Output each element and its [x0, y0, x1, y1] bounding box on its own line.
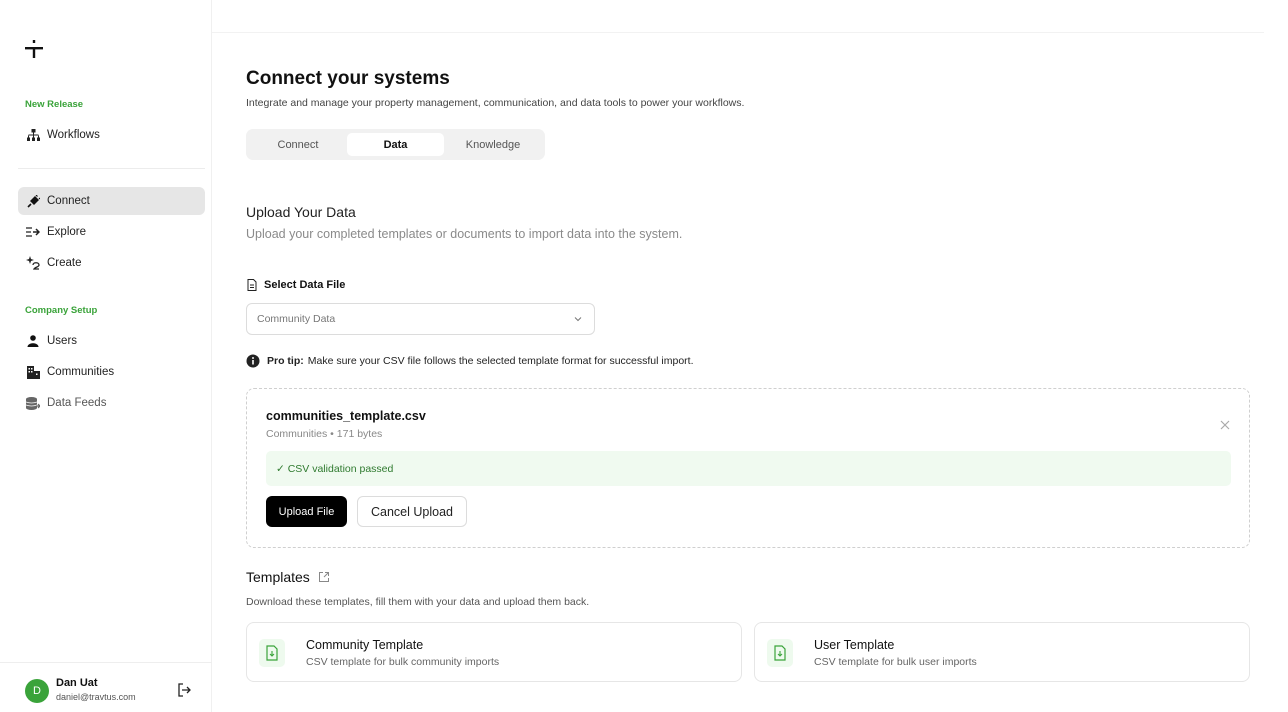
template-card-user[interactable]: User Template CSV template for bulk user…	[754, 622, 1250, 682]
pro-tip: Pro tip: Make sure your CSV file follows…	[246, 354, 694, 368]
database-icon	[26, 396, 40, 410]
sidebar-item-data-feeds[interactable]: Data Feeds	[18, 389, 205, 417]
sidebar-item-label: Connect	[47, 195, 90, 207]
validation-status: ✓ CSV validation passed	[266, 451, 1231, 486]
pro-tip-text: Make sure your CSV file follows the sele…	[307, 355, 694, 367]
file-name: communities_template.csv	[266, 409, 426, 423]
explore-arrow-icon	[26, 225, 40, 239]
tab-data[interactable]: Data	[347, 133, 444, 156]
sidebar-item-communities[interactable]: Communities	[18, 358, 205, 386]
avatar[interactable]: D	[25, 679, 49, 703]
sidebar-item-explore[interactable]: Explore	[18, 218, 205, 246]
template-name: User Template	[814, 638, 895, 652]
sidebar-item-connect[interactable]: Connect	[18, 187, 205, 215]
select-value: Community Data	[257, 313, 336, 325]
upload-section-title: Upload Your Data	[246, 204, 356, 220]
select-data-file-label: Select Data File	[246, 279, 345, 291]
sidebar-item-users[interactable]: Users	[18, 327, 205, 355]
tab-bar: Connect Data Knowledge	[246, 129, 545, 160]
section-label-company-setup: Company Setup	[25, 305, 98, 316]
tab-knowledge[interactable]: Knowledge	[445, 133, 541, 156]
template-desc: CSV template for bulk user imports	[814, 656, 977, 668]
plug-icon	[26, 194, 40, 208]
sidebar-item-label: Users	[47, 335, 78, 347]
page-subtitle: Integrate and manage your property manag…	[246, 97, 745, 109]
user-name: Dan Uat	[56, 677, 98, 689]
template-name: Community Template	[306, 638, 424, 652]
sidebar-item-label: Create	[47, 257, 82, 269]
sidebar: New Release Workflows Connect Explore Cr…	[0, 0, 212, 712]
external-link-icon[interactable]	[318, 571, 330, 583]
page-title: Connect your systems	[246, 68, 450, 89]
hierarchy-icon	[26, 128, 40, 142]
sidebar-item-label: Data Feeds	[47, 397, 107, 409]
building-icon	[26, 365, 40, 379]
header-divider	[212, 32, 1264, 33]
info-icon	[246, 354, 260, 368]
sidebar-item-label: Workflows	[47, 129, 100, 141]
sidebar-divider	[18, 168, 205, 169]
logout-icon[interactable]	[177, 683, 191, 697]
data-file-select[interactable]: Community Data	[246, 303, 595, 335]
sidebar-item-label: Explore	[47, 226, 86, 238]
upload-section-subtitle: Upload your completed templates or docum…	[246, 227, 683, 241]
upload-file-button[interactable]: Upload File	[266, 496, 347, 527]
file-meta: Communities • 171 bytes	[266, 428, 383, 440]
sparkle-create-icon	[26, 256, 40, 270]
tab-connect[interactable]: Connect	[250, 133, 346, 156]
close-icon[interactable]	[1219, 419, 1231, 431]
csv-file-icon	[259, 639, 285, 667]
section-label-new-release: New Release	[25, 99, 84, 110]
user-icon	[26, 334, 40, 348]
sidebar-item-workflows[interactable]: Workflows	[18, 121, 205, 149]
template-desc: CSV template for bulk community imports	[306, 656, 500, 668]
sidebar-item-label: Communities	[47, 366, 115, 378]
csv-file-icon	[767, 639, 793, 667]
logo-icon[interactable]	[24, 38, 44, 60]
sidebar-item-create[interactable]: Create	[18, 249, 205, 277]
pro-tip-label: Pro tip:	[267, 355, 304, 367]
chevron-down-icon	[574, 317, 582, 322]
templates-title: Templates	[246, 569, 330, 585]
file-icon	[247, 279, 257, 291]
user-email: daniel@travtus.com	[56, 692, 136, 702]
template-card-community[interactable]: Community Template CSV template for bulk…	[246, 622, 742, 682]
templates-subtitle: Download these templates, fill them with…	[246, 596, 590, 608]
cancel-upload-button[interactable]: Cancel Upload	[357, 496, 467, 527]
